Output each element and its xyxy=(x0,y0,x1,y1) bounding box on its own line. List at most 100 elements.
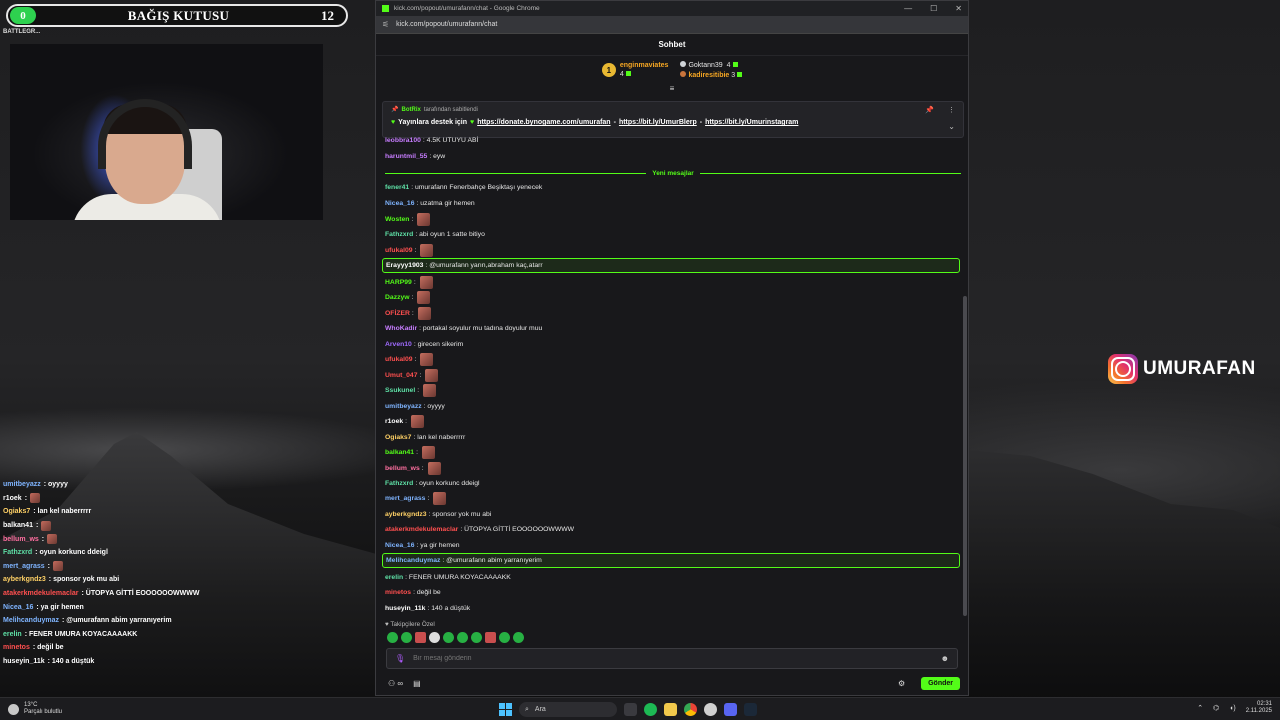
leader-second[interactable]: Goktann39 4 xyxy=(680,61,742,69)
chat-username[interactable]: huseyin_11k xyxy=(385,605,425,612)
chat-message[interactable]: erelin: FENER UMURA KOYACAAAAKK xyxy=(385,571,511,583)
chat-username[interactable]: WhoKadir xyxy=(385,325,417,332)
chat-filter-icon[interactable]: ≡ xyxy=(376,84,968,94)
chat-message[interactable]: umitbeyazz: oyyyy xyxy=(385,400,445,412)
chat-username[interactable]: bellum_ws xyxy=(385,465,420,472)
chat-username[interactable]: ayberkgndz3 xyxy=(385,511,427,518)
chat-username[interactable]: HARP99 xyxy=(385,279,412,286)
maximize-button[interactable]: ☐ xyxy=(930,4,937,13)
chat-username[interactable]: Wosten xyxy=(385,216,409,223)
chat-message[interactable]: OFİZER: xyxy=(385,306,431,320)
chat-username[interactable]: Arven10 xyxy=(385,341,412,348)
chat-username[interactable]: fener41 xyxy=(385,184,409,191)
emote-button[interactable] xyxy=(429,632,440,643)
message-input[interactable] xyxy=(413,655,941,662)
volume-icon[interactable]: ◖) xyxy=(1229,705,1236,712)
blerp-link[interactable]: https://bit.ly/UmurBlerp xyxy=(619,119,697,126)
chat-username[interactable]: haruntmil_55 xyxy=(385,153,427,160)
chat-username[interactable]: Fathzxrd xyxy=(385,480,413,487)
chat-message[interactable]: WhoKadir: portakal soyulur mu tadına doy… xyxy=(385,322,542,334)
chat-username[interactable]: Umut_047 xyxy=(385,372,418,379)
minimize-button[interactable]: — xyxy=(904,4,912,13)
chat-message[interactable]: Fathzxrd: abi oyun 1 satte bitiyo xyxy=(385,228,485,240)
chat-message[interactable]: Arven10: girecen sikerim xyxy=(385,338,463,350)
emote-button[interactable] xyxy=(415,632,426,643)
chat-username[interactable]: ufukal09 xyxy=(385,356,413,363)
clock[interactable]: 02:31 2.11.2025 xyxy=(1246,701,1272,715)
leader-third[interactable]: kadiresitibie 3 xyxy=(680,71,743,79)
chat-message[interactable]: ufukal09: xyxy=(385,243,434,257)
chat-username[interactable]: atakerkmdekulemaclar xyxy=(385,526,458,533)
chat-message[interactable]: minetos: değil be xyxy=(385,586,441,598)
emote-button[interactable] xyxy=(401,632,412,643)
unpin-icon[interactable]: 📌 xyxy=(925,106,934,114)
file-explorer-icon[interactable] xyxy=(664,703,677,716)
donate-link[interactable]: https://donate.bynogame.com/umurafan xyxy=(477,119,610,126)
chat-message[interactable]: ufukal09: xyxy=(385,352,434,366)
chat-message[interactable]: mert_agrass: xyxy=(385,491,447,505)
chat-message[interactable]: bellum_ws: xyxy=(385,461,441,475)
store-icon[interactable]: ▤ xyxy=(413,679,421,688)
chat-username[interactable]: Fathzxrd xyxy=(385,231,413,238)
steam-icon[interactable] xyxy=(744,703,757,716)
chat-username[interactable]: Ogiaks7 xyxy=(385,434,411,441)
app-icon[interactable] xyxy=(704,703,717,716)
emote-button[interactable] xyxy=(485,632,496,643)
chat-message[interactable]: balkan41: xyxy=(385,445,435,459)
more-options-icon[interactable]: ⋮ xyxy=(948,106,955,114)
url-text[interactable]: kick.com/popout/umurafann/chat xyxy=(396,21,497,28)
chat-username[interactable]: mert_agrass xyxy=(385,495,425,502)
gear-icon[interactable]: ⚙ xyxy=(898,679,905,688)
emote-button[interactable] xyxy=(387,632,398,643)
network-icon[interactable]: ⌬ xyxy=(1213,704,1219,712)
task-view-icon[interactable] xyxy=(624,703,637,716)
chat-username[interactable]: Dazzyw xyxy=(385,294,410,301)
chrome-icon[interactable] xyxy=(684,703,697,716)
pinned-by-user[interactable]: BotRix xyxy=(401,107,420,113)
microphone-icon[interactable]: 🎙 xyxy=(395,654,405,663)
chat-username[interactable]: leobbra100 xyxy=(385,137,421,144)
channel-points-icon[interactable]: ⚇ ∞ xyxy=(388,679,403,688)
send-button[interactable]: Gönder xyxy=(921,676,960,690)
chevron-down-icon[interactable]: ⌄ xyxy=(948,122,955,131)
chat-message[interactable]: r1oek: xyxy=(385,414,425,428)
chat-scrollbar[interactable] xyxy=(963,296,967,616)
start-button[interactable] xyxy=(499,703,512,716)
chat-message[interactable]: Nicea_16: uzatma gir hemen xyxy=(385,197,475,209)
site-settings-icon[interactable]: ⚟ xyxy=(382,20,389,29)
leader-first[interactable]: 1 enginmaviates 4 xyxy=(601,62,668,78)
message-input-box[interactable]: 🎙 ☻ xyxy=(386,648,958,669)
chat-username[interactable]: Melihcanduymaz xyxy=(386,557,440,564)
chat-username[interactable]: r1oek xyxy=(385,418,403,425)
chat-message[interactable]: ayberkgndz3: sponsor yok mu abi xyxy=(385,508,491,520)
discord-icon[interactable] xyxy=(724,703,737,716)
emote-button[interactable] xyxy=(499,632,510,643)
weather-widget[interactable]: 13°C Parçalı bulutlu xyxy=(8,702,62,716)
chat-username[interactable]: Ssukunel xyxy=(385,387,415,394)
emote-button[interactable] xyxy=(443,632,454,643)
chat-username[interactable]: erelin xyxy=(385,574,403,581)
emote-button[interactable] xyxy=(471,632,482,643)
chat-username[interactable]: Nicea_16 xyxy=(385,200,414,207)
chat-message[interactable]: huseyin_11k: 140 a düştük xyxy=(385,602,470,612)
chat-message[interactable]: atakerkmdekulemaclar: ÜTOPYA GİTTİ EOOOO… xyxy=(385,523,574,535)
chat-message[interactable]: HARP99: xyxy=(385,275,433,289)
chat-username[interactable]: Erayyy1903 xyxy=(386,262,423,269)
chat-username[interactable]: Nicea_16 xyxy=(385,542,414,549)
chat-message[interactable]: haruntmil_55: eyw xyxy=(385,150,445,162)
close-button[interactable]: ✕ xyxy=(955,4,962,13)
chat-message[interactable]: Wosten: xyxy=(385,212,431,226)
chat-username[interactable]: ufukal09 xyxy=(385,247,413,254)
chat-message[interactable]: Ssukunel: xyxy=(385,383,437,397)
chat-username[interactable]: balkan41 xyxy=(385,449,414,456)
instagram-link[interactable]: https://bit.ly/Umurinstagram xyxy=(705,119,798,126)
chat-message[interactable]: leobbra100: 4.5K UTUYU ABİ xyxy=(385,134,478,146)
emote-button[interactable] xyxy=(457,632,468,643)
chat-message[interactable]: Dazzyw: xyxy=(385,290,431,304)
spotify-icon[interactable] xyxy=(644,703,657,716)
chat-username[interactable]: OFİZER xyxy=(385,310,410,317)
chat-message[interactable]: fener41: umurafann Fenerbahçe Beşiktaşı … xyxy=(385,181,542,193)
chat-message[interactable]: Fathzxrd: oyun korkunc ddeigl xyxy=(385,477,480,489)
chat-messages[interactable]: Yeni mesajlar leobbra100: 4.5K UTUYU ABİ… xyxy=(376,132,966,612)
chat-message[interactable]: Ogiaks7: lan kel naberrrrr xyxy=(385,431,465,443)
